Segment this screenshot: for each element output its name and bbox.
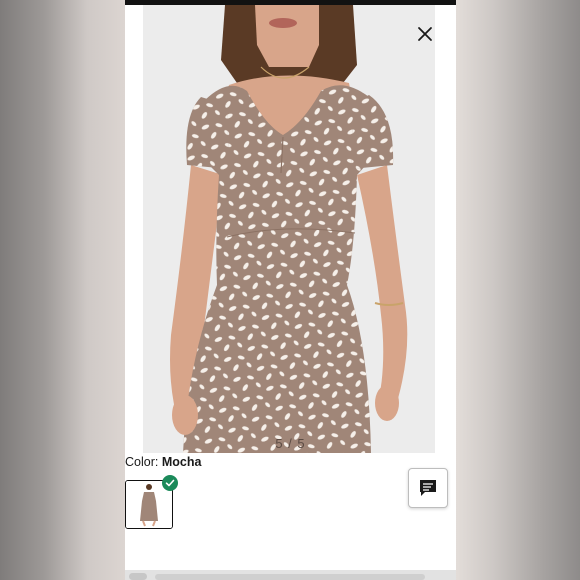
close-button[interactable] — [414, 23, 436, 45]
background-right — [456, 0, 580, 580]
bottom-toolbar-address[interactable] — [155, 574, 425, 580]
bottom-toolbar-tab[interactable] — [129, 573, 147, 580]
model-illustration — [170, 5, 408, 453]
color-selection-label: Color: Mocha — [125, 455, 201, 469]
color-value: Mocha — [161, 455, 202, 469]
product-photo[interactable] — [143, 5, 435, 453]
chat-button[interactable] — [408, 468, 448, 508]
close-icon — [418, 27, 432, 41]
product-viewer-screen: 5 / 5 Color: Mocha — [125, 0, 456, 580]
selected-check-icon — [162, 475, 178, 491]
color-label: Color: — [125, 455, 159, 469]
chat-bubble-icon — [420, 480, 436, 496]
image-counter: 5 / 5 — [275, 436, 306, 451]
background-left — [0, 0, 125, 580]
